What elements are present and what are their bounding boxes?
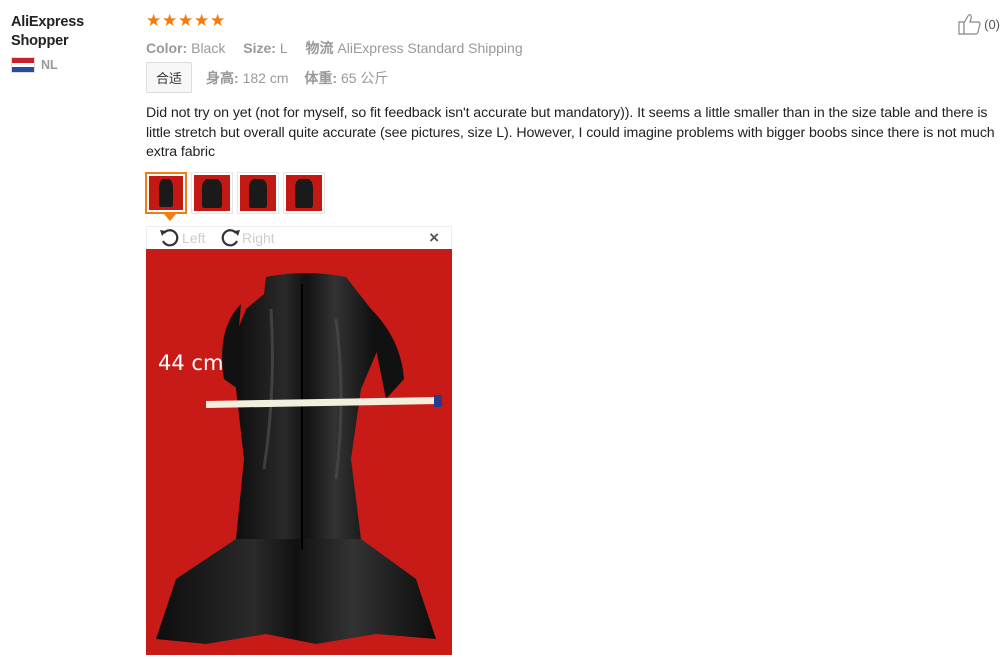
star-icon: ★ [146, 11, 162, 31]
review-photo: 44 cm [146, 249, 452, 655]
star-icon: ★ [162, 11, 178, 31]
photo-thumbnail[interactable] [191, 172, 233, 214]
photo-viewer: Left Right × 44 cm [146, 226, 452, 655]
measurement-label: 44 cm [158, 351, 224, 375]
dress-photo-illustration [156, 273, 442, 644]
close-viewer-button[interactable]: × [429, 228, 439, 248]
fit-row: 合适 身高: 182 cm 体重: 65 公斤 [146, 62, 388, 93]
product-attributes: Color: Black Size: L 物流 AliExpress Stand… [146, 38, 537, 58]
reviewer-country: NL [11, 57, 101, 73]
rotate-right-icon [221, 229, 240, 247]
attr-color: Color: Black [146, 40, 226, 56]
body-info: 身高: 182 cm 体重: 65 公斤 [206, 69, 389, 86]
star-icon: ★ [194, 11, 210, 31]
rotate-right-button[interactable]: Right [219, 228, 275, 248]
country-code: NL [41, 58, 58, 72]
selected-indicator [164, 214, 176, 221]
review-text: Did not try on yet (not for myself, so f… [146, 105, 995, 160]
rotate-left-button[interactable]: Left [159, 228, 205, 248]
rating-stars: ★ ★ ★ ★ ★ [146, 13, 226, 30]
attr-shipping: 物流 AliExpress Standard Shipping [305, 40, 523, 56]
star-icon: ★ [178, 11, 194, 31]
photo-thumbnail[interactable] [145, 172, 187, 221]
helpful-button[interactable]: (0) [957, 13, 1000, 35]
thumbs-up-icon [958, 14, 981, 35]
rotate-left-icon [160, 229, 179, 247]
netherlands-flag-icon [11, 57, 35, 73]
reviewer-name: AliExpress Shopper [11, 14, 84, 49]
viewer-toolbar: Left Right × [146, 226, 452, 249]
photo-thumbnail[interactable] [283, 172, 325, 214]
photo-thumbnail[interactable] [237, 172, 279, 214]
attr-size: Size: L [243, 40, 288, 56]
fit-tag: 合适 [146, 62, 193, 93]
photo-thumbnails [145, 172, 329, 221]
star-icon: ★ [210, 11, 226, 31]
reviewer-info: AliExpress Shopper NL [11, 13, 101, 73]
like-count: (0) [984, 16, 1000, 32]
